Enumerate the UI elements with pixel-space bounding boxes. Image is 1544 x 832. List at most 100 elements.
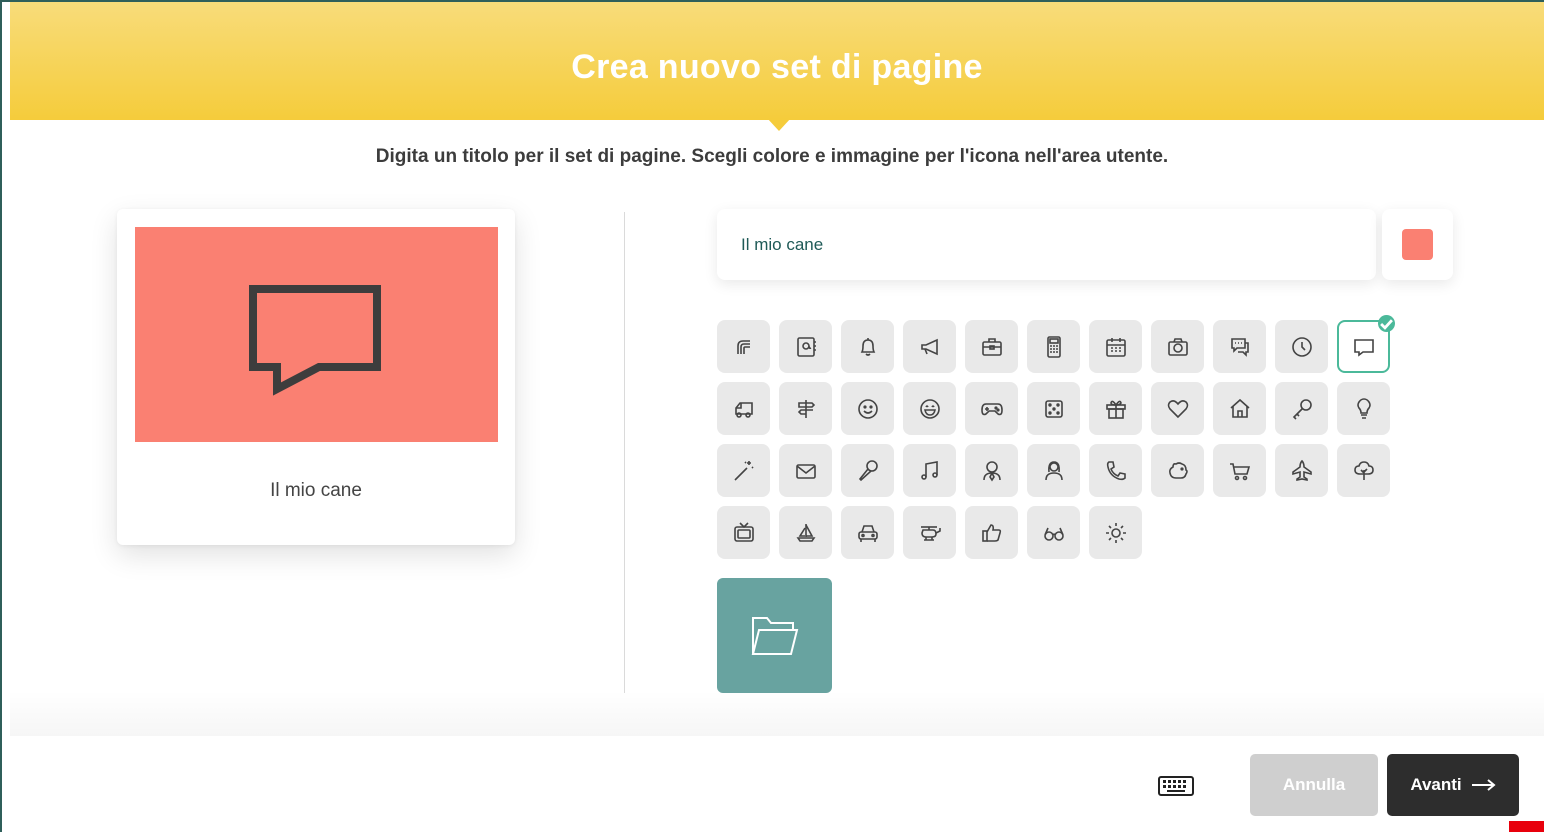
phone-icon [1106, 460, 1126, 480]
dialog-title: Crea nuovo set di pagine [571, 48, 983, 86]
speech-bubble-icon [249, 285, 381, 396]
gift-icon [1105, 400, 1126, 419]
microphone-icon-option[interactable] [841, 444, 894, 497]
tree-icon [1353, 460, 1374, 480]
clock-icon-option[interactable] [1275, 320, 1328, 373]
truck-icon [734, 401, 753, 418]
thumbs-up-icon-option[interactable] [965, 506, 1018, 559]
header-pointer [767, 118, 791, 131]
person-female-icon-option[interactable] [1027, 444, 1080, 497]
dice-icon [1044, 399, 1063, 418]
sun-icon-option[interactable] [1089, 506, 1142, 559]
dialog-instructions: Digita un titolo per il set di pagine. S… [375, 146, 1169, 167]
preview-title: Il mio cane [270, 480, 362, 501]
layers-icon [736, 339, 750, 354]
phone-icon-option[interactable] [1089, 444, 1142, 497]
address-book-icon [796, 336, 816, 357]
gamepad-icon-option[interactable] [965, 382, 1018, 435]
content-footer-fade [10, 690, 1544, 736]
briefcase-icon-option[interactable] [965, 320, 1018, 373]
airplane-icon [1291, 459, 1312, 481]
folder-icon [751, 616, 798, 655]
gamepad-icon [980, 402, 1003, 415]
next-button[interactable]: Avanti [1387, 754, 1519, 816]
column-divider [624, 212, 625, 693]
calculator-icon [1046, 335, 1061, 358]
address-book-icon-option[interactable] [779, 320, 832, 373]
sailboat-icon-option[interactable] [779, 506, 832, 559]
lightbulb-icon-option[interactable] [1337, 382, 1390, 435]
envelope-icon [795, 463, 816, 479]
shopping-cart-icon [1229, 462, 1250, 480]
truck-icon-option[interactable] [717, 382, 770, 435]
keyboard-toggle-button[interactable] [1158, 772, 1194, 798]
glasses-icon-option[interactable] [1027, 506, 1080, 559]
key-icon [1292, 398, 1312, 420]
key-icon-option[interactable] [1275, 382, 1328, 435]
calendar-icon [1105, 337, 1126, 357]
briefcase-icon [981, 337, 1002, 356]
envelope-icon-option[interactable] [779, 444, 832, 497]
thumbs-up-icon [981, 523, 1001, 542]
person-male-icon-option[interactable] [965, 444, 1018, 497]
color-picker-button[interactable] [1382, 209, 1453, 280]
heart-icon [1167, 399, 1188, 418]
clock-icon [1291, 336, 1312, 357]
bell-icon [860, 337, 875, 356]
arrow-right-icon [1471, 779, 1496, 791]
smiley-icon-option[interactable] [841, 382, 894, 435]
smiley-icon [857, 398, 878, 419]
signpost-icon [797, 399, 815, 418]
airplane-icon-option[interactable] [1275, 444, 1328, 497]
calendar-icon-option[interactable] [1089, 320, 1142, 373]
shopping-cart-icon-option[interactable] [1213, 444, 1266, 497]
calculator-icon-option[interactable] [1027, 320, 1080, 373]
sailboat-icon [796, 523, 815, 542]
car-icon-option[interactable] [841, 506, 894, 559]
dialog-header: Crea nuovo set di pagine [10, 2, 1544, 120]
next-button-label: Avanti [1410, 775, 1462, 794]
lightbulb-icon [1356, 397, 1371, 419]
tv-icon [733, 521, 754, 542]
home-icon-option[interactable] [1213, 382, 1266, 435]
page-set-title-input[interactable] [717, 209, 1376, 280]
sun-icon [1105, 522, 1126, 543]
megaphone-icon-option[interactable] [903, 320, 956, 373]
speech-bubble-icon [1353, 338, 1374, 357]
person-male-icon [982, 460, 1001, 481]
laughing-icon-option[interactable] [903, 382, 956, 435]
gift-icon-option[interactable] [1089, 382, 1142, 435]
bell-icon-option[interactable] [841, 320, 894, 373]
signpost-icon-option[interactable] [779, 382, 832, 435]
magic-wand-icon-option[interactable] [717, 444, 770, 497]
helicopter-icon [920, 525, 941, 541]
layers-icon-option[interactable] [717, 320, 770, 373]
microphone-icon [858, 459, 878, 481]
camera-icon-option[interactable] [1151, 320, 1204, 373]
magic-wand-icon [733, 460, 754, 481]
dice-icon-option[interactable] [1027, 382, 1080, 435]
tv-icon-option[interactable] [717, 506, 770, 559]
car-icon [857, 524, 878, 542]
music-note-icon [920, 460, 938, 480]
corner-indicator [1509, 821, 1544, 832]
color-swatch [1402, 229, 1433, 260]
music-note-icon-option[interactable] [903, 444, 956, 497]
camera-icon [1167, 337, 1188, 356]
glasses-icon [1043, 527, 1064, 541]
tree-icon-option[interactable] [1337, 444, 1390, 497]
icon-preview-card: Il mio cane [117, 209, 515, 545]
speech-bubble-icon-option[interactable] [1337, 315, 1395, 373]
chat-icon-option[interactable] [1213, 320, 1266, 373]
chat-icon [1230, 337, 1249, 357]
piggy-bank-icon-option[interactable] [1151, 444, 1204, 497]
cancel-button[interactable]: Annulla [1250, 754, 1378, 816]
home-icon [1229, 398, 1250, 418]
laughing-icon [919, 398, 940, 419]
heart-icon-option[interactable] [1151, 382, 1204, 435]
piggy-bank-icon [1168, 461, 1188, 479]
selected-check-icon [1378, 315, 1395, 332]
folder-icon-tile[interactable] [717, 578, 832, 693]
helicopter-icon-option[interactable] [903, 506, 956, 559]
megaphone-icon [920, 338, 938, 355]
